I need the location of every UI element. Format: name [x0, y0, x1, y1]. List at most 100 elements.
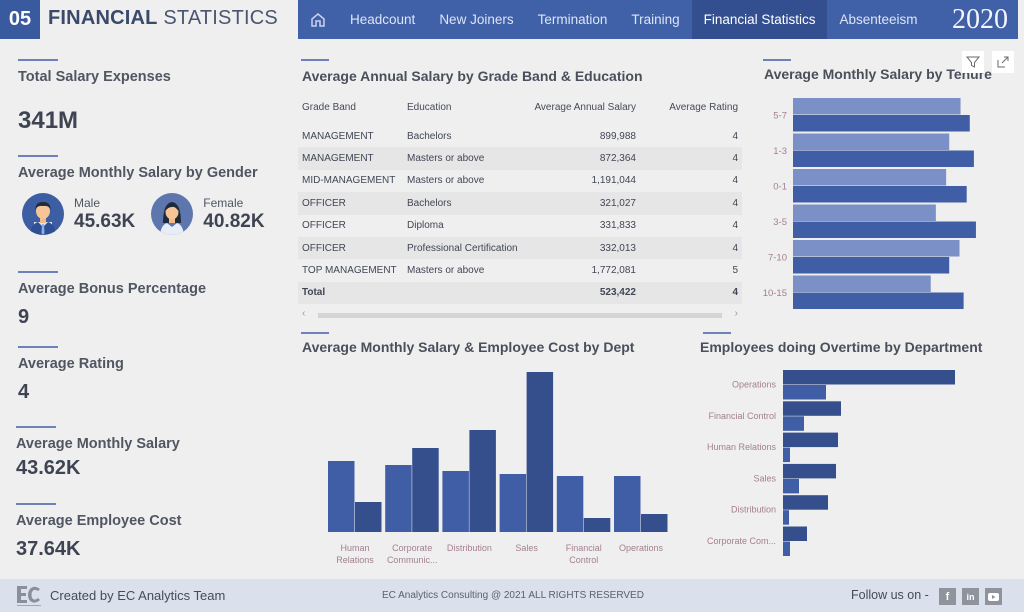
- axis-label-operations: Operations: [732, 380, 777, 390]
- kpi-monthly-salary: Average Monthly Salary 43.62K: [16, 426, 180, 480]
- cell-grade-band: OFFICER: [298, 236, 403, 260]
- accent-line: [16, 503, 56, 505]
- accent-line: [16, 426, 56, 428]
- bar-distribution-s2: [469, 430, 496, 532]
- table-row[interactable]: OFFICER Professional Certification 332,0…: [298, 236, 742, 260]
- tab-financial-statistics[interactable]: Financial Statistics: [691, 0, 828, 39]
- female-label: Female: [203, 195, 244, 210]
- home-button[interactable]: [298, 0, 338, 39]
- cell-grade-band: MANAGEMENT: [298, 147, 403, 170]
- youtube-icon[interactable]: [985, 588, 1002, 605]
- male-avatar-icon: [22, 193, 64, 235]
- tab-training[interactable]: Training: [619, 0, 691, 39]
- axis-label-operations: Operations: [619, 543, 664, 553]
- cell-avg-rating: 4: [640, 192, 742, 215]
- table-row[interactable]: TOP MANAGEMENT Masters or above 1,772,08…: [298, 259, 742, 281]
- accent-line: [763, 59, 791, 61]
- axis-label-line: Operations: [619, 543, 664, 553]
- linkedin-icon[interactable]: in: [962, 588, 979, 605]
- female-avatar-icon: [151, 193, 194, 235]
- scrollbar-thumb[interactable]: [318, 313, 722, 318]
- tab-absenteeism[interactable]: Absenteeism: [827, 0, 929, 39]
- bar-0-1-s1: [793, 169, 947, 186]
- tab-termination[interactable]: Termination: [526, 0, 620, 39]
- bar-financial-control-s1: [556, 476, 584, 532]
- kpi-title: Average Employee Cost: [16, 513, 182, 529]
- tab-headcount[interactable]: Headcount: [338, 0, 427, 39]
- bar-7-10-s1: [793, 240, 960, 257]
- cell-education: Masters or above: [407, 175, 485, 187]
- kpi-title: Average Monthly Salary by Gender: [18, 165, 258, 181]
- cell-total-education: [403, 281, 528, 305]
- bar-sales-s1: [499, 474, 527, 532]
- table-row[interactable]: OFFICER Bachelors 321,027 4: [298, 192, 742, 215]
- table-row[interactable]: MID-MANAGEMENT Masters or above 1,191,04…: [298, 170, 742, 192]
- header: 05 FINANCIAL STATISTICS Headcount New Jo…: [0, 0, 1024, 39]
- male-value: 45.63K: [74, 210, 136, 232]
- kpi-bonus: Average Bonus Percentage 9: [18, 271, 206, 329]
- table-total-row: Total 523,422 4: [298, 281, 742, 305]
- facebook-icon[interactable]: f: [939, 588, 956, 605]
- bar-1-3-s1: [793, 133, 950, 150]
- kpi-employee-cost: Average Employee Cost 37.64K: [16, 503, 181, 561]
- bar-3-5-s1: [793, 204, 936, 221]
- axis-label-7-10: 7-10: [768, 253, 787, 264]
- bar-sales-s1: [783, 463, 836, 479]
- cell-grade-band: MID-MANAGEMENT: [302, 175, 396, 187]
- focus-mode-button[interactable]: [992, 51, 1014, 73]
- scroll-right-icon[interactable]: ›: [735, 308, 738, 319]
- table-row[interactable]: MANAGEMENT Masters or above 872,364 4: [298, 147, 742, 170]
- cell-total-avg-rating: 4: [640, 281, 742, 305]
- bar-human-relations-s1: [783, 432, 838, 448]
- accent-line: [18, 271, 58, 273]
- bar-human-relations-s1: [328, 461, 355, 532]
- axis-label-line: Control: [569, 555, 598, 565]
- axis-label-3-5: 3-5: [773, 217, 787, 228]
- cell-education: Bachelors: [407, 130, 452, 142]
- female-value: 40.82K: [203, 210, 265, 232]
- bar-7-10-s2: [793, 257, 950, 274]
- gender-male: Male 45.63K: [22, 193, 135, 235]
- bar-10-15-s2: [793, 292, 964, 309]
- axis-label-distribution: Distribution: [447, 543, 492, 553]
- column-header-avg-rating[interactable]: Average Rating: [640, 96, 742, 125]
- column-header-avg-salary[interactable]: Average Annual Salary: [528, 96, 640, 125]
- axis-label-line: Financial: [566, 543, 602, 553]
- scroll-left-icon[interactable]: ‹: [302, 308, 305, 319]
- axis-label-financial-control: Financial Control: [708, 411, 776, 421]
- axis-label-1-3: 1-3: [773, 146, 787, 157]
- tenure-chart: 5-7 1-3 0-1 3-5 7-10 10-15: [763, 98, 976, 309]
- copyright-text: EC Analytics Consulting @ 2021 ALL RIGHT…: [382, 590, 644, 601]
- footer: Created by EC Analytics Team EC Analytic…: [0, 579, 1024, 612]
- page-title-light: STATISTICS: [163, 7, 278, 29]
- year-label: 2020: [952, 3, 1008, 35]
- cell-education: Masters or above: [407, 265, 485, 277]
- table-row[interactable]: OFFICER Diploma 331,833 4: [298, 215, 742, 237]
- axis-label-5-7: 5-7: [773, 111, 787, 122]
- bar-operations-s2: [641, 514, 668, 532]
- cell-avg-rating: 4: [732, 220, 738, 232]
- table-row[interactable]: MANAGEMENT Bachelors 899,988 4: [298, 125, 742, 147]
- accent-line: [18, 346, 58, 348]
- bar-5-7-s1: [793, 98, 961, 115]
- cell-avg-rating: 4: [640, 147, 742, 170]
- column-header-education[interactable]: Education: [403, 96, 528, 125]
- column-header-grade-band[interactable]: Grade Band: [298, 96, 403, 125]
- cell-avg-rating: 5: [732, 265, 738, 277]
- tab-new-joiners[interactable]: New Joiners: [427, 0, 525, 39]
- overtime-chart: Operations Financial Control Human Relatio…: [707, 370, 955, 556]
- bar-corporate-communic-s1: [385, 465, 412, 532]
- bar-sales-s2: [783, 478, 799, 494]
- bar-operations-s2: [783, 385, 826, 400]
- cell-education: Diploma: [407, 220, 444, 232]
- accent-line: [18, 59, 58, 61]
- kpi-value: 9: [18, 306, 30, 328]
- cell-grade-band: OFFICER: [298, 192, 403, 215]
- cell-avg-salary: 872,364: [528, 147, 640, 170]
- table-horizontal-scrollbar[interactable]: ‹ ›: [300, 308, 740, 319]
- cell-avg-rating: 4: [732, 175, 738, 187]
- axis-label-distribution: Distribution: [731, 505, 776, 515]
- bar-financial-control-s2: [583, 518, 611, 532]
- filter-button[interactable]: [962, 51, 984, 73]
- home-icon: [311, 12, 325, 27]
